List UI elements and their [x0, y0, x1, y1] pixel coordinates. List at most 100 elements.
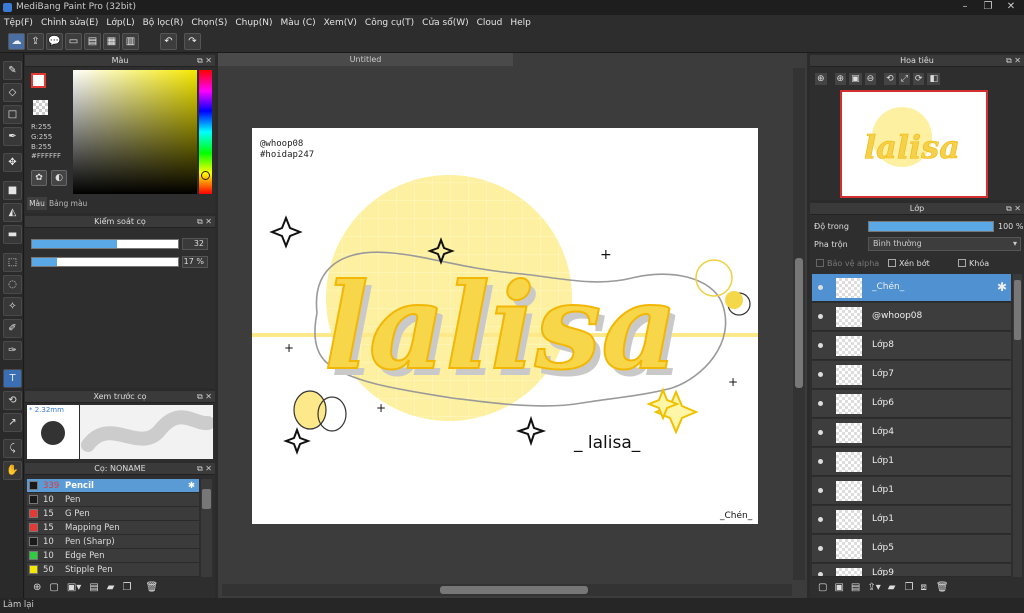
- menu-select[interactable]: Chọn(S): [187, 15, 231, 31]
- message-icon[interactable]: ▭: [65, 33, 82, 50]
- panel-float-close-icon[interactable]: ⧉ ✕: [197, 463, 212, 475]
- zoom-fit-icon[interactable]: ⊕: [815, 73, 827, 85]
- close-window-button[interactable]: ✕: [1000, 0, 1022, 13]
- brush-size-slider[interactable]: [31, 239, 179, 249]
- document-tab[interactable]: Untitled: [218, 53, 513, 66]
- select-eraser-tool-icon[interactable]: ✑: [3, 341, 22, 360]
- panel-float-close-icon[interactable]: ⧉ ✕: [197, 55, 212, 67]
- panel-icon[interactable]: ▥: [122, 33, 139, 50]
- saturation-value-picker[interactable]: [73, 70, 197, 194]
- menu-view[interactable]: Xem(V): [320, 15, 361, 31]
- visibility-icon[interactable]: [818, 343, 823, 348]
- duplicate-layer-icon[interactable]: ❐: [904, 582, 913, 593]
- select-pen-tool-icon[interactable]: ✐: [3, 319, 22, 338]
- zoom-out-icon[interactable]: ⊖: [864, 73, 877, 85]
- layer-row[interactable]: Lớp5: [812, 535, 1011, 563]
- panel-float-close-icon[interactable]: ⧉ ✕: [197, 216, 212, 228]
- fill-rect-tool-icon[interactable]: ■: [3, 181, 22, 200]
- visibility-icon[interactable]: [818, 430, 823, 435]
- text-tool-icon[interactable]: T: [3, 369, 22, 388]
- menu-window[interactable]: Cửa sổ(W): [418, 15, 472, 31]
- brush-item[interactable]: 15 G Pen: [27, 507, 199, 521]
- menu-tools[interactable]: Công cụ(T): [361, 15, 418, 31]
- brush-menu-icon[interactable]: ▣▾: [67, 582, 81, 593]
- layer-list-scrollbar[interactable]: [1013, 274, 1022, 577]
- hue-handle[interactable]: [201, 171, 210, 180]
- redo-icon[interactable]: ↷: [184, 33, 201, 50]
- panel-float-close-icon[interactable]: ⧉ ✕: [197, 391, 212, 403]
- brush-settings-panel-icon[interactable]: ▤: [89, 582, 98, 593]
- new-brush-icon[interactable]: ▢: [49, 582, 58, 593]
- layer-settings-icon[interactable]: ✱: [997, 280, 1007, 294]
- shape-tool-icon[interactable]: □: [3, 105, 22, 124]
- brush-opacity-value[interactable]: 17 %: [182, 256, 208, 268]
- visibility-icon[interactable]: [818, 572, 823, 576]
- delete-brush-icon[interactable]: 🗑: [145, 582, 158, 593]
- document-icon[interactable]: ▤: [84, 33, 101, 50]
- brush-item[interactable]: 50 Stipple Pen: [27, 563, 199, 577]
- lock-checkbox[interactable]: Khóa: [958, 259, 989, 268]
- new-8bit-layer-icon[interactable]: ▤: [851, 582, 860, 593]
- flip-icon[interactable]: ◧: [927, 73, 940, 85]
- visibility-icon[interactable]: [818, 546, 823, 551]
- layer-row[interactable]: Lớp4: [812, 419, 1011, 447]
- new-layer-icon[interactable]: ▢: [818, 582, 827, 593]
- merge-layer-icon[interactable]: ⧈: [920, 582, 926, 593]
- rotate-left-icon[interactable]: ⟲: [884, 73, 896, 85]
- brush-tool-icon[interactable]: ✎: [3, 61, 22, 80]
- magic-wand-tool-icon[interactable]: ✧: [3, 297, 22, 316]
- eraser-tool-icon[interactable]: ◇: [3, 83, 22, 102]
- layer-folder-icon[interactable]: ▰: [888, 582, 896, 593]
- hand-tool-icon[interactable]: ✋: [3, 461, 22, 480]
- maximize-button[interactable]: ❐: [977, 0, 999, 13]
- canvas-vertical-scrollbar[interactable]: [793, 68, 805, 580]
- bucket-tool-icon[interactable]: ◭: [3, 203, 22, 222]
- brush-size-value[interactable]: 32: [182, 238, 208, 250]
- menu-edit[interactable]: Chỉnh sửa(E): [37, 15, 102, 31]
- brush-opacity-slider[interactable]: [31, 257, 179, 267]
- comment-icon[interactable]: 💬: [46, 33, 63, 50]
- brush-settings-icon[interactable]: ✱: [188, 479, 195, 493]
- protect-alpha-checkbox[interactable]: Bảo vệ alpha: [816, 259, 879, 268]
- layer-opacity-slider[interactable]: [868, 221, 994, 232]
- tab-palette[interactable]: Bảng màu: [49, 197, 89, 210]
- rotate-reset-icon[interactable]: ⟳: [912, 73, 925, 85]
- layer-row-selected[interactable]: _Chén_ ✱: [812, 274, 1011, 302]
- blend-mode-select[interactable]: Bình thường ▾: [868, 237, 1021, 251]
- menu-filter[interactable]: Bộ lọc(R): [139, 15, 188, 31]
- fit-window-icon[interactable]: ⤢: [898, 73, 910, 85]
- duplicate-icon[interactable]: ❐: [122, 582, 131, 593]
- brush-list-scrollbar[interactable]: [201, 479, 212, 577]
- operation-tool-icon[interactable]: ↗: [3, 413, 22, 432]
- foreground-color-swatch[interactable]: [31, 73, 46, 88]
- panel-float-close-icon[interactable]: ⧉ ✕: [1006, 55, 1021, 67]
- canvas-horizontal-scrollbar[interactable]: [222, 584, 792, 596]
- drawing-canvas[interactable]: lalisa lalisa + + + + @whoop08 #hoidap24…: [252, 128, 758, 524]
- layer-row[interactable]: Lớp1: [812, 448, 1011, 476]
- menu-help[interactable]: Help: [506, 15, 535, 31]
- panel-float-close-icon[interactable]: ⧉ ✕: [1006, 203, 1021, 215]
- brush-item[interactable]: 10 Edge Pen: [27, 549, 199, 563]
- layer-row[interactable]: Lớp1: [812, 477, 1011, 505]
- layer-row[interactable]: Lớp7: [812, 361, 1011, 389]
- layer-add-menu-icon[interactable]: ⇪▾: [867, 582, 880, 593]
- visibility-icon[interactable]: [818, 401, 823, 406]
- divide-tool-icon[interactable]: ⟲: [3, 391, 22, 410]
- delete-layer-icon[interactable]: 🗑: [936, 582, 949, 593]
- layer-row[interactable]: Lớp9: [812, 564, 1011, 577]
- tab-color[interactable]: Màu: [27, 197, 47, 210]
- navigator-thumbnail[interactable]: lalisa: [840, 90, 988, 198]
- add-brush-icon[interactable]: ⊕: [33, 582, 41, 593]
- brush-item[interactable]: 339 Pencil ✱: [27, 479, 199, 493]
- undo-icon[interactable]: ↶: [160, 33, 177, 50]
- visibility-icon[interactable]: [818, 459, 823, 464]
- brush-item[interactable]: 10 Pen: [27, 493, 199, 507]
- palette-icon[interactable]: ✿: [31, 170, 47, 186]
- cloud-icon[interactable]: ☁: [8, 33, 25, 50]
- layer-row[interactable]: Lớp8: [812, 332, 1011, 360]
- menu-cloud[interactable]: Cloud: [473, 15, 507, 31]
- lasso-tool-icon[interactable]: ◌: [3, 275, 22, 294]
- menu-layer[interactable]: Lớp(L): [102, 15, 138, 31]
- new-halftone-layer-icon[interactable]: ▣: [834, 582, 843, 593]
- color-picker-icon[interactable]: ◐: [51, 170, 67, 186]
